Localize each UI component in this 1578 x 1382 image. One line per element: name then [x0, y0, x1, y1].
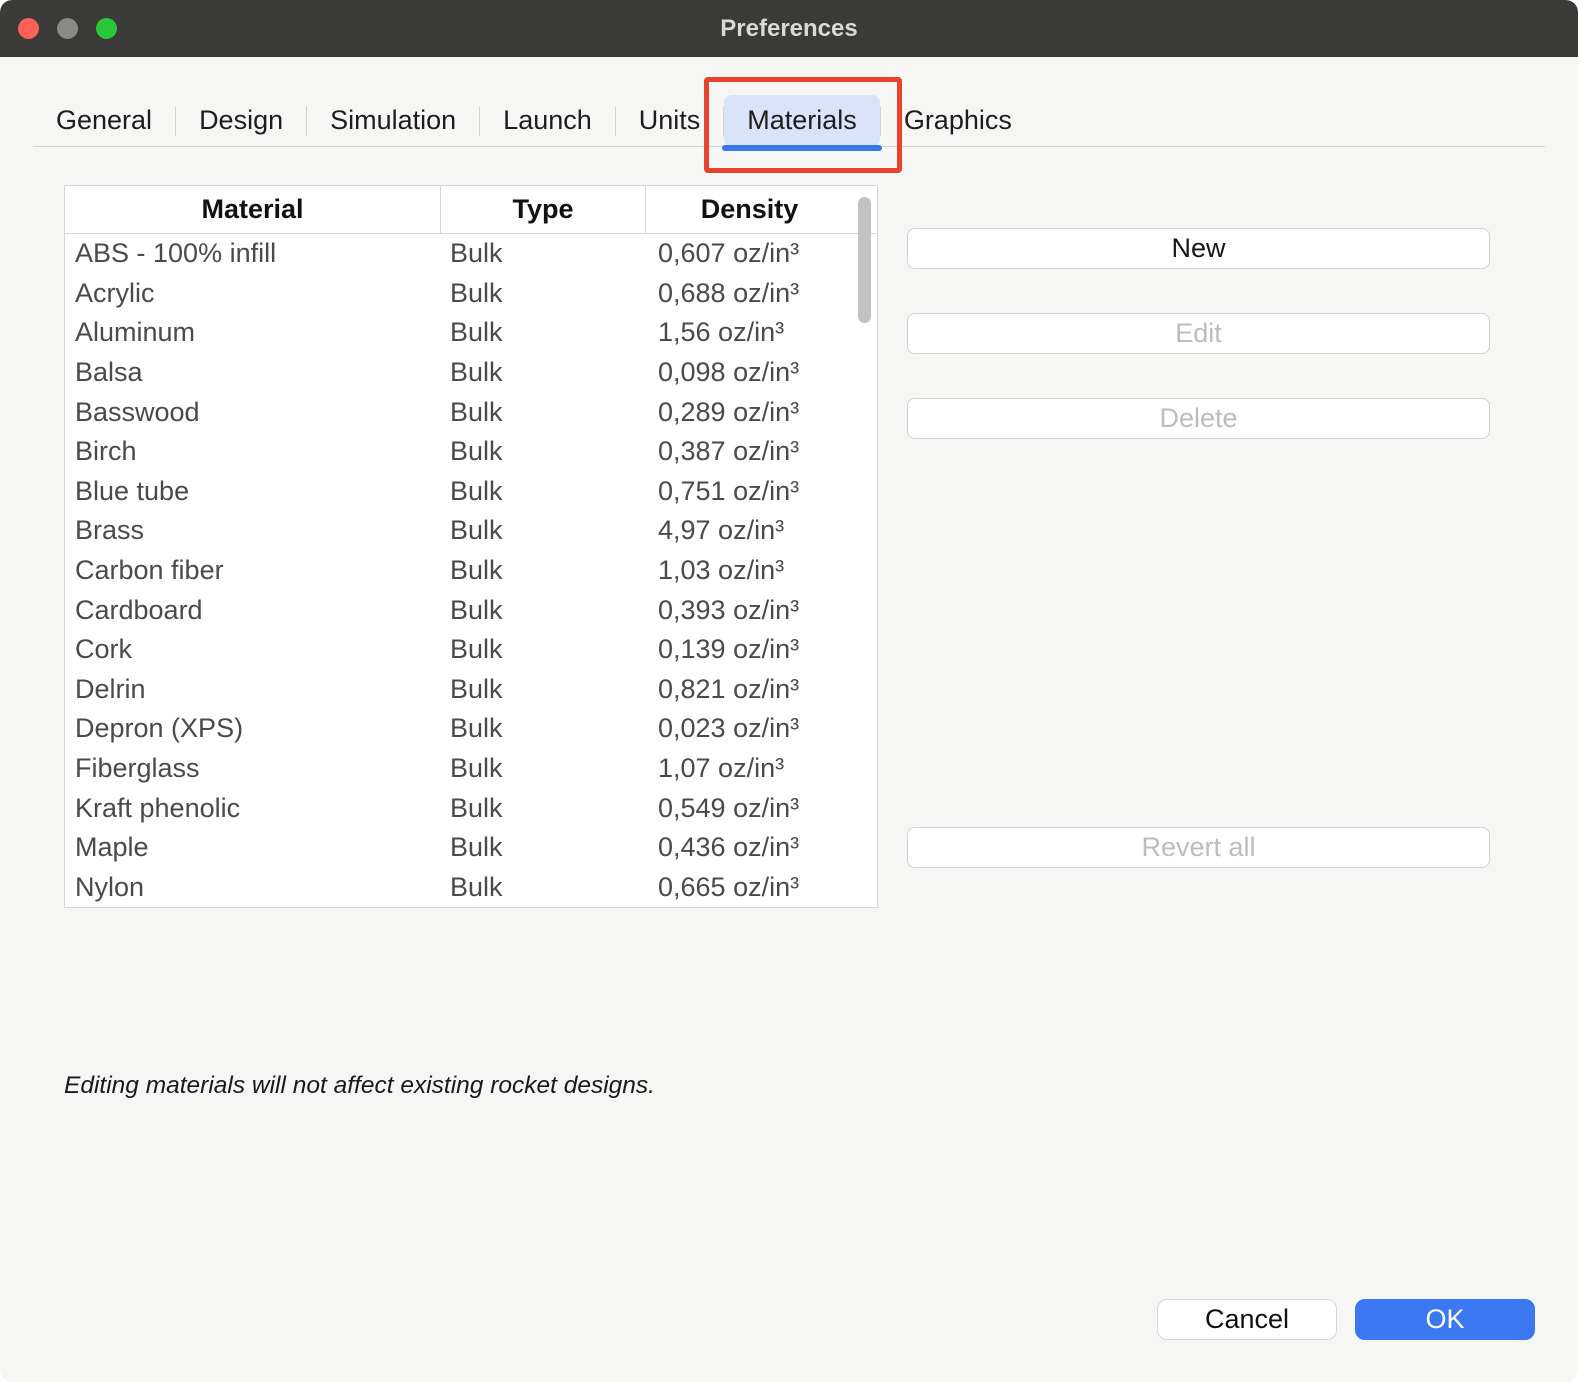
- table-row[interactable]: Depron (XPS)Bulk0,023 oz/in³: [65, 709, 877, 749]
- table-row[interactable]: CorkBulk0,139 oz/in³: [65, 630, 877, 670]
- minimize-button[interactable]: [57, 18, 78, 39]
- table-cell: Bulk: [441, 317, 646, 348]
- table-cell: Bulk: [441, 515, 646, 546]
- table-row[interactable]: BrassBulk4,97 oz/in³: [65, 511, 877, 551]
- tab-bar: General Design Simulation Launch Units M…: [33, 95, 1545, 147]
- table-cell: 0,139 oz/in³: [646, 634, 853, 665]
- table-cell: Bulk: [441, 793, 646, 824]
- table-cell: Basswood: [65, 397, 441, 428]
- delete-button[interactable]: Delete: [907, 398, 1490, 439]
- zoom-button[interactable]: [96, 18, 117, 39]
- table-cell: Bulk: [441, 832, 646, 863]
- tab-graphics[interactable]: Graphics: [881, 95, 1035, 147]
- table-cell: Delrin: [65, 674, 441, 705]
- table-cell: Bulk: [441, 357, 646, 388]
- traffic-lights: [18, 0, 117, 57]
- tab-materials[interactable]: Materials: [724, 95, 880, 147]
- table-row[interactable]: FiberglassBulk1,07 oz/in³: [65, 749, 877, 789]
- table-cell: Depron (XPS): [65, 713, 441, 744]
- table-cell: 0,436 oz/in³: [646, 832, 853, 863]
- table-cell: Bulk: [441, 238, 646, 269]
- table-cell: ABS - 100% infill: [65, 238, 441, 269]
- table-cell: Brass: [65, 515, 441, 546]
- materials-table: Material Type Density ABS - 100% infillB…: [64, 185, 878, 908]
- table-cell: Bulk: [441, 674, 646, 705]
- table-cell: 0,393 oz/in³: [646, 595, 853, 626]
- table-cell: Cork: [65, 634, 441, 665]
- table-row[interactable]: ABS - 100% infillBulk0,607 oz/in³: [65, 234, 877, 274]
- titlebar: Preferences: [0, 0, 1578, 57]
- tab-units[interactable]: Units: [616, 95, 724, 147]
- tab-launch[interactable]: Launch: [480, 95, 615, 147]
- table-cell: 0,387 oz/in³: [646, 436, 853, 467]
- table-row[interactable]: BirchBulk0,387 oz/in³: [65, 432, 877, 472]
- edit-button[interactable]: Edit: [907, 313, 1490, 354]
- table-cell: 0,289 oz/in³: [646, 397, 853, 428]
- cancel-button[interactable]: Cancel: [1157, 1299, 1337, 1340]
- table-cell: Acrylic: [65, 278, 441, 309]
- table-cell: Kraft phenolic: [65, 793, 441, 824]
- table-cell: Bulk: [441, 753, 646, 784]
- table-cell: Bulk: [441, 872, 646, 903]
- table-cell: 0,688 oz/in³: [646, 278, 853, 309]
- table-row[interactable]: BalsaBulk0,098 oz/in³: [65, 353, 877, 393]
- materials-note: Editing materials will not affect existi…: [64, 1072, 655, 1100]
- table-cell: 1,03 oz/in³: [646, 555, 853, 586]
- table-cell: Bulk: [441, 278, 646, 309]
- table-cell: 0,098 oz/in³: [646, 357, 853, 388]
- table-row[interactable]: Kraft phenolicBulk0,549 oz/in³: [65, 788, 877, 828]
- table-cell: Bulk: [441, 476, 646, 507]
- table-cell: Carbon fiber: [65, 555, 441, 586]
- table-cell: Cardboard: [65, 595, 441, 626]
- table-cell: 0,549 oz/in³: [646, 793, 853, 824]
- table-cell: 1,56 oz/in³: [646, 317, 853, 348]
- table-row[interactable]: NylonBulk0,665 oz/in³: [65, 868, 877, 908]
- ok-button[interactable]: OK: [1355, 1299, 1535, 1340]
- table-cell: 0,665 oz/in³: [646, 872, 853, 903]
- table-cell: 4,97 oz/in³: [646, 515, 853, 546]
- tab-label: Materials: [747, 105, 857, 136]
- table-cell: 1,07 oz/in³: [646, 753, 853, 784]
- table-cell: Fiberglass: [65, 753, 441, 784]
- column-header-material[interactable]: Material: [65, 186, 441, 233]
- tab-design[interactable]: Design: [176, 95, 306, 147]
- table-cell: Blue tube: [65, 476, 441, 507]
- table-row[interactable]: MapleBulk0,436 oz/in³: [65, 828, 877, 868]
- table-cell: Bulk: [441, 555, 646, 586]
- table-row[interactable]: Blue tubeBulk0,751 oz/in³: [65, 472, 877, 512]
- table-row[interactable]: BasswoodBulk0,289 oz/in³: [65, 392, 877, 432]
- column-header-density[interactable]: Density: [646, 186, 853, 233]
- revert-all-button[interactable]: Revert all: [907, 827, 1490, 868]
- table-cell: Bulk: [441, 595, 646, 626]
- table-cell: Nylon: [65, 872, 441, 903]
- table-cell: Aluminum: [65, 317, 441, 348]
- table-cell: Maple: [65, 832, 441, 863]
- scrollbar-thumb[interactable]: [858, 197, 871, 323]
- tab-simulation[interactable]: Simulation: [307, 95, 479, 147]
- table-cell: Balsa: [65, 357, 441, 388]
- preferences-window: Preferences General Design Simulation La…: [0, 0, 1578, 1382]
- table-cell: Birch: [65, 436, 441, 467]
- table-header: Material Type Density: [65, 186, 877, 234]
- table-cell: Bulk: [441, 713, 646, 744]
- column-header-type[interactable]: Type: [441, 186, 646, 233]
- tab-general[interactable]: General: [33, 95, 175, 147]
- table-row[interactable]: AluminumBulk1,56 oz/in³: [65, 313, 877, 353]
- table-row[interactable]: AcrylicBulk0,688 oz/in³: [65, 274, 877, 314]
- table-cell: Bulk: [441, 397, 646, 428]
- new-button[interactable]: New: [907, 228, 1490, 269]
- window-title: Preferences: [720, 15, 857, 43]
- table-cell: 0,023 oz/in³: [646, 713, 853, 744]
- table-cell: Bulk: [441, 634, 646, 665]
- table-row[interactable]: CardboardBulk0,393 oz/in³: [65, 590, 877, 630]
- table-body: ABS - 100% infillBulk0,607 oz/in³Acrylic…: [65, 234, 877, 907]
- table-row[interactable]: DelrinBulk0,821 oz/in³: [65, 670, 877, 710]
- table-cell: 0,821 oz/in³: [646, 674, 853, 705]
- table-cell: 0,751 oz/in³: [646, 476, 853, 507]
- table-row[interactable]: Carbon fiberBulk1,03 oz/in³: [65, 551, 877, 591]
- table-cell: Bulk: [441, 436, 646, 467]
- table-cell: 0,607 oz/in³: [646, 238, 853, 269]
- close-button[interactable]: [18, 18, 39, 39]
